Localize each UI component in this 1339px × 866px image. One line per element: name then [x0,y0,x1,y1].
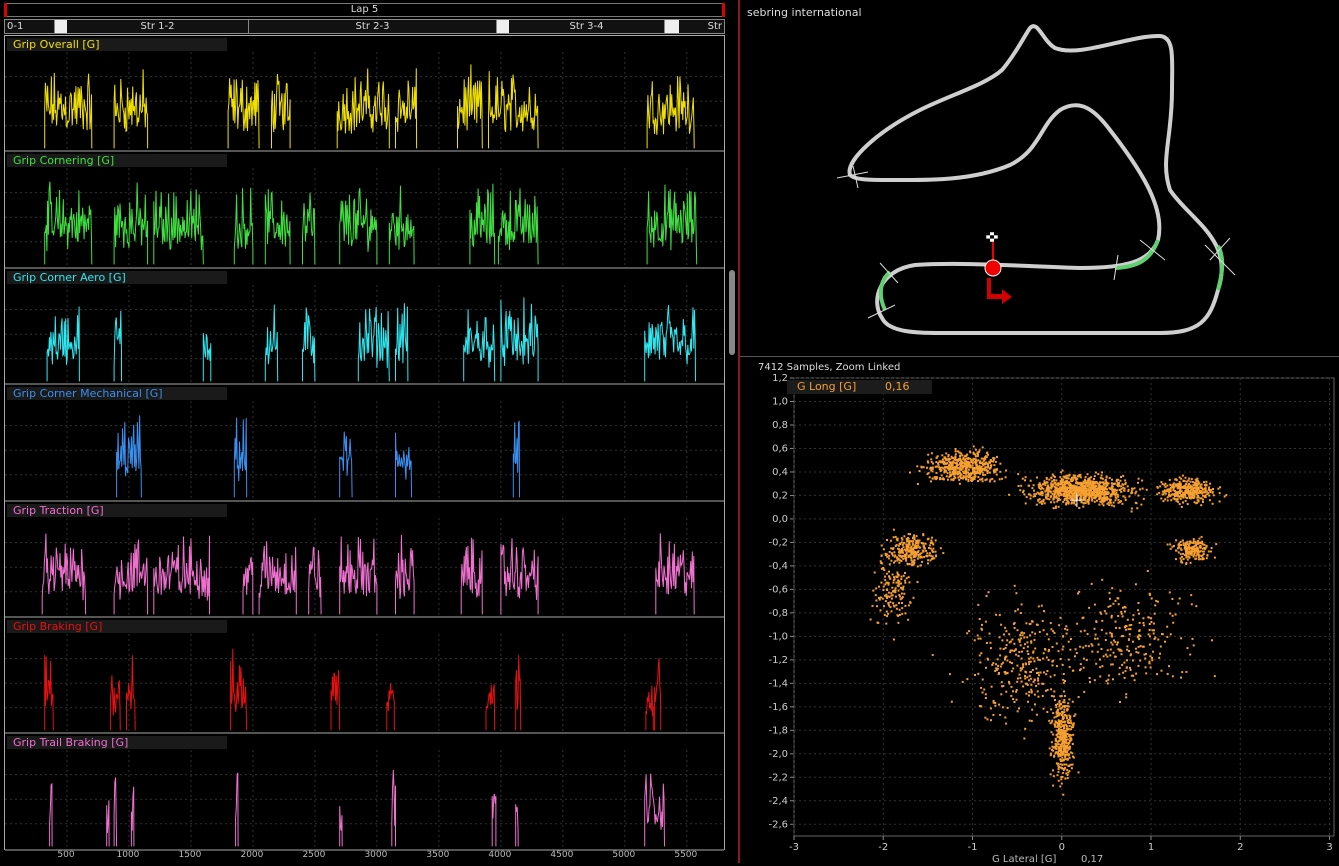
x-tick-label: 4500 [550,850,574,860]
track-map-panel[interactable] [740,0,1339,357]
scatter-x-axis-label: G Lateral [G] [992,854,1057,865]
track-outline [847,24,1224,336]
y-tick-label: -2,6 [768,819,788,830]
graph-trace [44,648,662,731]
x-tick-label: 2 [1237,842,1243,853]
graph-trace-area[interactable] [5,734,724,850]
y-tick-label: 0,8 [772,420,788,431]
graph-trace [44,182,698,265]
x-tick-label: 3500 [426,850,450,860]
sector-0-1[interactable]: 0-1 [5,20,55,33]
distance-axis: 500 1000 1500 2000 2500 3000 3500 4000 4500 5000 5… [4,850,725,863]
panel-title: Grip Trail Braking [G] [7,736,227,750]
y-tick-label: 0,4 [772,467,788,478]
graph-trace [49,770,665,847]
graph-panel[interactable]: Grip Braking [G] [5,618,724,735]
panel-title: Grip Braking [G] [7,620,227,633]
graph-trace [41,532,695,615]
y-tick-label: 0,0 [772,514,788,525]
scatter-legend[interactable]: G Long [G] 0,16 [787,380,932,394]
lap-label: Lap 5 [350,4,379,15]
sector-str-1-2[interactable]: Str 1-2 [67,20,249,33]
x-tick-label: -2 [878,842,888,853]
graph-trace-area[interactable] [5,618,724,734]
y-tick-label: -1,6 [768,702,788,713]
track-sector-highlight [1216,244,1225,291]
graph-trace-area[interactable] [5,385,724,501]
x-tick-label: 1000 [116,850,140,860]
lap-end-marker[interactable] [722,3,725,17]
graph-trace-area[interactable] [5,269,724,385]
x-tick-label: 2000 [240,850,264,860]
x-tick-label: -1 [968,842,978,853]
x-tick-label: 5000 [612,850,636,860]
panel-title: Grip Cornering [G] [7,154,227,168]
graph-trace-area[interactable] [5,36,724,152]
sector-marker[interactable] [497,20,509,33]
y-tick-label: -2,0 [768,749,788,760]
panel-title: Grip Overall [G] [7,38,227,51]
y-tick-label: 0,6 [772,443,788,454]
graph-scrollbar[interactable] [729,270,735,355]
graph-trace-area[interactable] [5,502,724,618]
legend-cursor-value: 0,16 [885,380,910,393]
y-tick-label: 1,0 [772,396,788,407]
graph-panel[interactable]: Grip Corner Aero [G] [5,269,724,386]
gg-scatter-panel[interactable]: 1,2 1,0 0,8 0,6 0,4 0,2 0,0 -0,2 -0,4 -0,6 -0,8 -1,… [740,358,1339,863]
x-tick-label: 500 [57,850,75,860]
y-tick-label: 1,2 [772,373,788,384]
y-tick-label: -1,4 [768,678,788,689]
x-tick-label: 1500 [178,850,202,860]
sector-str-3-4[interactable]: Str 3-4 [509,20,665,33]
scatter-points [869,445,1228,796]
track-name: sebring international [747,6,862,19]
car-position-marker[interactable] [984,259,1002,277]
x-tick-label: 2500 [302,850,326,860]
start-finish-flag [985,231,999,262]
y-tick-label: -0,4 [768,561,788,572]
graph-panel[interactable]: Grip Corner Mechanical [G] [5,385,724,502]
track-map[interactable] [740,0,1339,356]
direction-arrow-icon [987,278,1012,304]
plot-frame [793,377,1335,837]
sector-lines [836,165,1236,319]
x-tick-label: 3 [1326,842,1332,853]
x-tick-label: 1 [1148,842,1154,853]
graph-panel[interactable]: Grip Cornering [G] [5,152,724,269]
sector-marker[interactable] [55,20,67,33]
y-tick-label: -2,4 [768,796,788,807]
x-tick-label: -3 [789,842,799,853]
graph-panel[interactable]: Grip Overall [G] [5,36,724,153]
legend-channel-name: G Long [G] [797,380,857,393]
x-tick-label: 5500 [674,850,698,860]
graph-stack[interactable]: Grip Overall [G] Grip Cornering [G] Grip C… [4,35,725,851]
y-tick-label: -1,2 [768,655,788,666]
scatter-x-cursor-value: 0,17 [1081,854,1104,865]
lap-bar[interactable]: Lap 5 [4,3,725,17]
panel-title: Grip Corner Aero [G] [7,270,227,284]
y-tick-label: -1,0 [768,631,788,642]
y-tick-label: 0,2 [772,490,788,501]
gg-scatter-plot[interactable]: 1,2 1,0 0,8 0,6 0,4 0,2 0,0 -0,2 -0,4 -0,6 -0,8 -1,… [740,358,1339,863]
panel-title: Grip Corner Mechanical [G] [7,387,227,401]
sector-marker[interactable] [665,20,679,33]
y-tick-label: -0,8 [768,608,788,619]
x-tick-label: 3000 [364,850,388,860]
x-tick-label: 0 [1059,842,1065,853]
scatter-sample-info: 7412 Samples, Zoom Linked [758,362,901,373]
y-tick-label: -0,2 [768,537,788,548]
y-tick-label: -0,6 [768,584,788,595]
graph-trace [116,415,520,498]
x-tick-label: 4000 [488,850,512,860]
y-tick-label: -1,8 [768,725,788,736]
graph-panel[interactable]: Grip Traction [G] [5,502,724,618]
y-tick-label: -2,2 [768,772,788,783]
sector-str[interactable]: Str [679,20,724,33]
panel-title: Grip Traction [G] [7,503,227,517]
graph-panel[interactable]: Grip Trail Braking [G] [5,734,724,851]
sector-bar[interactable]: 0-1 Str 1-2 Str 2-3 Str 3-4 Str [4,19,725,34]
graph-trace-area[interactable] [5,152,724,268]
sector-str-2-3[interactable]: Str 2-3 [249,20,497,33]
